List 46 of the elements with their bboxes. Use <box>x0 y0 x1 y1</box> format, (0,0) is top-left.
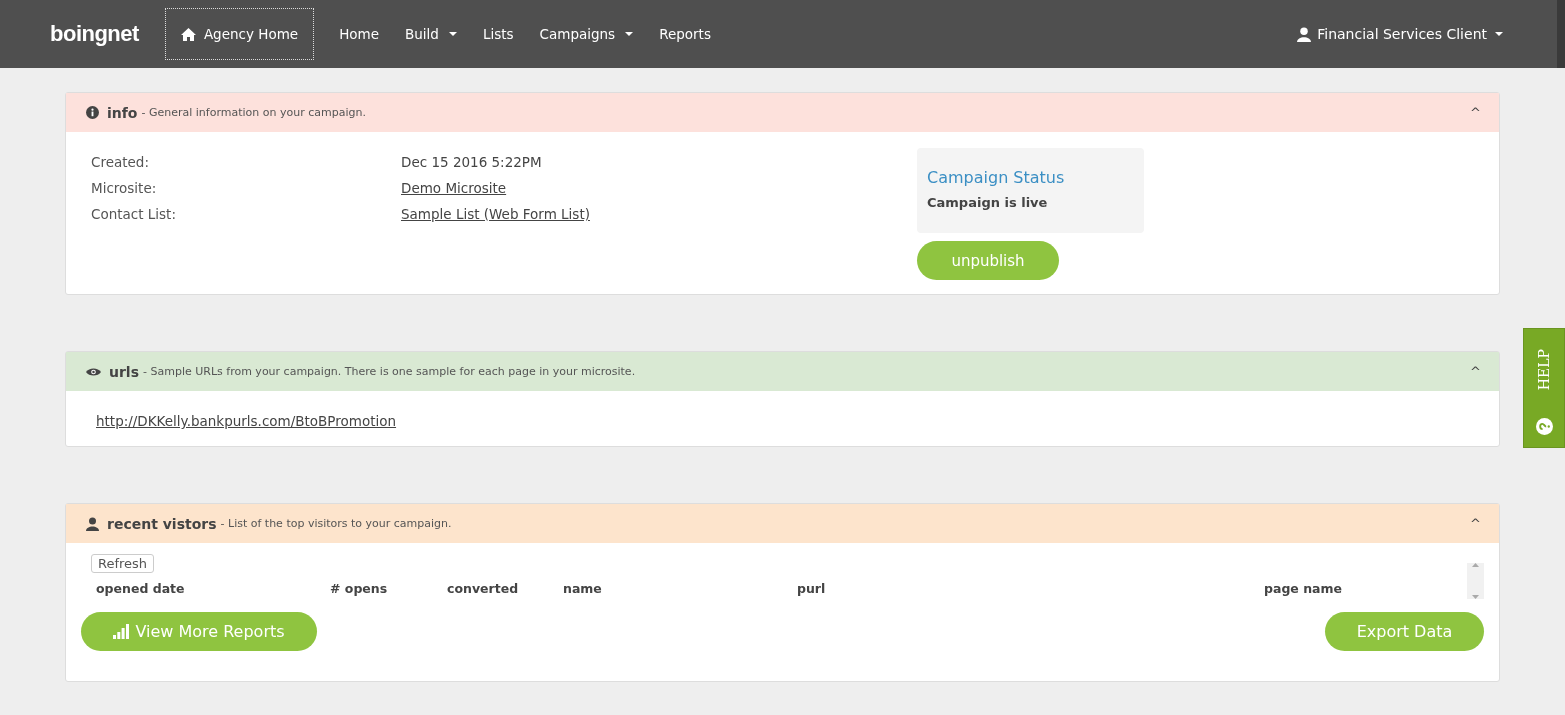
column-header: page name <box>1264 581 1343 596</box>
field-label: Microsite: <box>91 180 158 196</box>
user-icon <box>1297 26 1312 42</box>
nav-item[interactable]: Reports <box>646 8 724 60</box>
column-header: opened date <box>96 581 186 596</box>
nav-item[interactable]: Campaigns <box>526 8 647 60</box>
collapse-toggle[interactable]: ^ <box>1464 363 1487 380</box>
column-header: # opens <box>330 581 389 596</box>
column-header: name <box>563 581 603 596</box>
column-header: purl <box>797 581 827 596</box>
panel-title: urls <box>109 363 139 380</box>
status-title: Campaign Status <box>927 168 1066 187</box>
url-link[interactable]: http://DKKelly.bankpurls.com/BtoBPromotion <box>96 413 397 429</box>
caret-icon <box>625 32 634 36</box>
logo[interactable]: boingnet <box>50 21 139 47</box>
nav-item[interactable]: Agency Home <box>164 8 315 60</box>
panel-title: recent vistors <box>107 515 217 532</box>
eye-icon <box>86 366 101 377</box>
scroll-up-icon[interactable] <box>1472 563 1479 567</box>
info-icon <box>86 106 99 119</box>
nav-item[interactable]: Build <box>392 8 470 60</box>
field-value: Dec 15 2016 5:22PM <box>401 154 543 170</box>
field-label: Created: <box>91 154 150 170</box>
user-icon <box>86 516 99 531</box>
bar-chart-icon <box>113 624 130 639</box>
scrollbar[interactable] <box>1467 563 1484 599</box>
status-text: Campaign is live <box>927 195 1049 210</box>
field-link[interactable]: Sample List (Web Form List) <box>401 206 917 222</box>
scroll-down-icon[interactable] <box>1472 595 1479 599</box>
caret-icon <box>1495 32 1503 36</box>
panel-description: - General information on your campaign. <box>141 106 366 119</box>
panel-description: - Sample URLs from your campaign. There is one sample for each page in your microsite. <box>143 365 636 378</box>
home-icon <box>180 27 196 41</box>
collapse-toggle[interactable]: ^ <box>1464 104 1487 121</box>
column-header: converted <box>447 581 520 596</box>
field-label: Contact List: <box>91 206 177 222</box>
question-icon <box>1535 418 1553 435</box>
nav-item[interactable]: Home <box>326 8 392 60</box>
panel-title: info <box>107 104 138 121</box>
collapse-toggle[interactable]: ^ <box>1464 515 1487 532</box>
caret-icon <box>448 32 457 36</box>
panel-description: - List of the top visitors to your campaign. <box>220 517 452 530</box>
user-menu[interactable]: Financial Services Client <box>1291 25 1509 43</box>
nav-item[interactable]: Lists <box>469 8 527 60</box>
refresh-button[interactable]: Refresh <box>91 554 155 573</box>
field-link[interactable]: Demo Microsite <box>401 180 917 196</box>
